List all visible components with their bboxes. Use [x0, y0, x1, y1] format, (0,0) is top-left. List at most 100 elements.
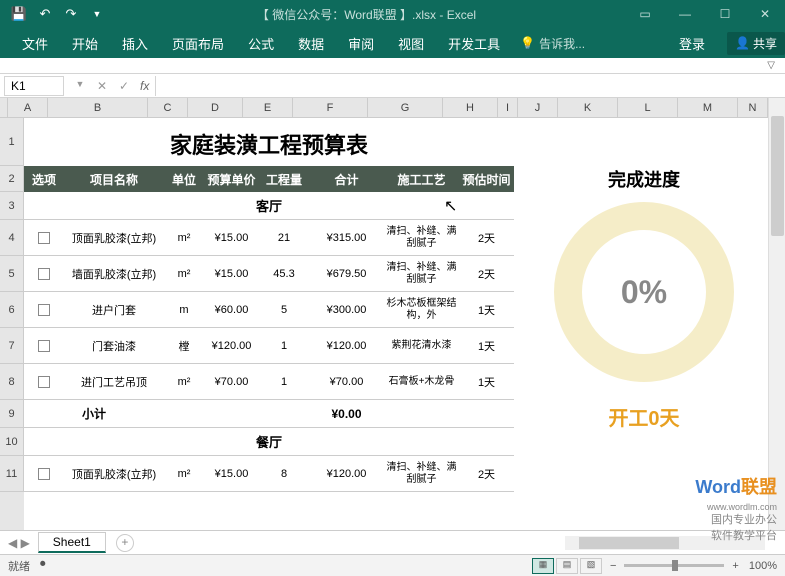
ribbon-options-icon[interactable]: ▭	[625, 0, 665, 28]
col-header-H[interactable]: H	[443, 98, 498, 117]
col-header-M[interactable]: M	[678, 98, 738, 117]
view-page-break-icon[interactable]: ▧	[580, 558, 602, 574]
tab-layout[interactable]: 页面布局	[160, 28, 236, 58]
chart-footer: 开工0天	[524, 402, 764, 431]
sheet-tab-1[interactable]: Sheet1	[38, 532, 106, 553]
title-bar: 💾 ↶ ↷ ▼ 【 微信公众号：Word联盟 】.xlsx - Excel ▭ …	[0, 0, 785, 28]
enter-formula-icon[interactable]: ✓	[114, 79, 134, 93]
row-header-1[interactable]: 1	[0, 118, 24, 166]
hdr-qty: 工程量	[259, 171, 309, 188]
cell-unit: m²	[164, 374, 204, 390]
col-header-C[interactable]: C	[148, 98, 188, 117]
cells-area[interactable]: 家庭装潢工程预算表 选项 项目名称 单位 预算单价 工程量 合计 施工工艺 预估…	[24, 118, 768, 530]
tab-formulas[interactable]: 公式	[236, 28, 286, 58]
collapse-ribbon-bar: ▽	[0, 58, 785, 74]
col-header-I[interactable]: I	[498, 98, 518, 117]
quick-access-toolbar: 💾 ↶ ↷ ▼	[0, 3, 108, 25]
tab-data[interactable]: 数据	[286, 28, 336, 58]
row-checkbox[interactable]	[38, 268, 50, 280]
macro-record-icon[interactable]: ⏺	[40, 558, 46, 574]
row-header-4[interactable]: 4	[0, 220, 24, 256]
table-row: 门套油漆樘¥120.001¥120.00紫荆花清水漆1天	[24, 328, 514, 364]
zoom-slider[interactable]	[624, 564, 724, 567]
section-living: 客厅	[24, 192, 514, 220]
row-checkbox[interactable]	[38, 376, 50, 388]
cell-days: 2天	[459, 264, 514, 284]
row-header-6[interactable]: 6	[0, 292, 24, 328]
name-dropdown-icon[interactable]: ▼	[70, 79, 90, 93]
row-header-3[interactable]: 3	[0, 192, 24, 220]
row-header-10[interactable]: 10	[0, 428, 24, 456]
tab-review[interactable]: 审阅	[336, 28, 386, 58]
tab-home[interactable]: 开始	[60, 28, 110, 58]
cell-days: 1天	[459, 372, 514, 392]
cancel-formula-icon[interactable]: ✕	[92, 79, 112, 93]
window-title: 【 微信公众号：Word联盟 】.xlsx - Excel	[108, 6, 625, 23]
col-header-E[interactable]: E	[243, 98, 293, 117]
row-checkbox[interactable]	[38, 304, 50, 316]
window-controls: ▭ — ☐ ✕	[625, 0, 785, 28]
row-header-9[interactable]: 9	[0, 400, 24, 428]
row-header-7[interactable]: 7	[0, 328, 24, 364]
col-header-D[interactable]: D	[188, 98, 243, 117]
tell-me[interactable]: 💡 告诉我...	[520, 35, 585, 52]
close-icon[interactable]: ✕	[745, 0, 785, 28]
row-checkbox[interactable]	[38, 232, 50, 244]
col-header-F[interactable]: F	[293, 98, 368, 117]
add-sheet-button[interactable]: +	[116, 534, 134, 552]
tab-view[interactable]: 视图	[386, 28, 436, 58]
row-checkbox[interactable]	[38, 340, 50, 352]
col-header-L[interactable]: L	[618, 98, 678, 117]
row-header-2[interactable]: 2	[0, 166, 24, 192]
maximize-icon[interactable]: ☐	[705, 0, 745, 28]
view-page-layout-icon[interactable]: ▤	[556, 558, 578, 574]
cell-craft: 紫荆花清水漆	[384, 338, 459, 354]
cell-total: ¥300.00	[309, 302, 384, 318]
hdr-craft: 施工工艺	[384, 171, 459, 188]
fx-icon[interactable]: fx	[140, 79, 149, 93]
tab-developer[interactable]: 开发工具	[436, 28, 512, 58]
tab-insert[interactable]: 插入	[110, 28, 160, 58]
sheet-nav[interactable]: ◀ ▶	[0, 536, 38, 550]
col-header-A[interactable]: A	[8, 98, 48, 117]
col-header-N[interactable]: N	[738, 98, 768, 117]
redo-icon[interactable]: ↷	[60, 3, 82, 25]
formula-input[interactable]	[155, 76, 785, 96]
cell-total: ¥679.50	[309, 266, 384, 282]
subtotal-value: ¥0.00	[309, 407, 384, 421]
select-all-corner[interactable]	[0, 98, 8, 117]
cell-total: ¥120.00	[309, 338, 384, 354]
login-button[interactable]: 登录	[667, 28, 717, 58]
cell-craft: 清扫、补缝、满刮腻子	[384, 460, 459, 488]
zoom-out-icon[interactable]: −	[610, 560, 616, 572]
zoom-level[interactable]: 100%	[749, 560, 777, 572]
share-button[interactable]: 👤 共享	[727, 32, 785, 55]
cell-total: ¥70.00	[309, 374, 384, 390]
row-header-8[interactable]: 8	[0, 364, 24, 400]
minimize-icon[interactable]: —	[665, 0, 705, 28]
row-header-11[interactable]: 11	[0, 456, 24, 492]
col-header-G[interactable]: G	[368, 98, 443, 117]
row-checkbox[interactable]	[38, 468, 50, 480]
cell-qty: 45.3	[259, 266, 309, 282]
chart-progress: 完成进度 0% 开工0天	[524, 166, 764, 431]
name-box[interactable]: K1	[4, 76, 64, 96]
col-header-K[interactable]: K	[558, 98, 618, 117]
row-header-5[interactable]: 5	[0, 256, 24, 292]
undo-icon[interactable]: ↶	[34, 3, 56, 25]
col-header-J[interactable]: J	[518, 98, 558, 117]
cell-craft: 杉木芯板框架结构，外	[384, 296, 459, 324]
cell-price: ¥60.00	[204, 302, 259, 318]
tab-file[interactable]: 文件	[10, 28, 60, 58]
save-icon[interactable]: 💾	[8, 3, 30, 25]
sheet-tabs-bar: ◀ ▶ Sheet1 +	[0, 530, 785, 554]
cell-days: 1天	[459, 336, 514, 356]
view-normal-icon[interactable]: ▦	[532, 558, 554, 574]
hdr-days: 预估时间	[459, 171, 514, 188]
cell-price: ¥70.00	[204, 374, 259, 390]
expand-ribbon-icon[interactable]: ▽	[767, 60, 775, 71]
qat-dropdown-icon[interactable]: ▼	[86, 3, 108, 25]
col-header-B[interactable]: B	[48, 98, 148, 117]
zoom-in-icon[interactable]: +	[732, 560, 738, 572]
vertical-scrollbar[interactable]	[768, 98, 785, 530]
